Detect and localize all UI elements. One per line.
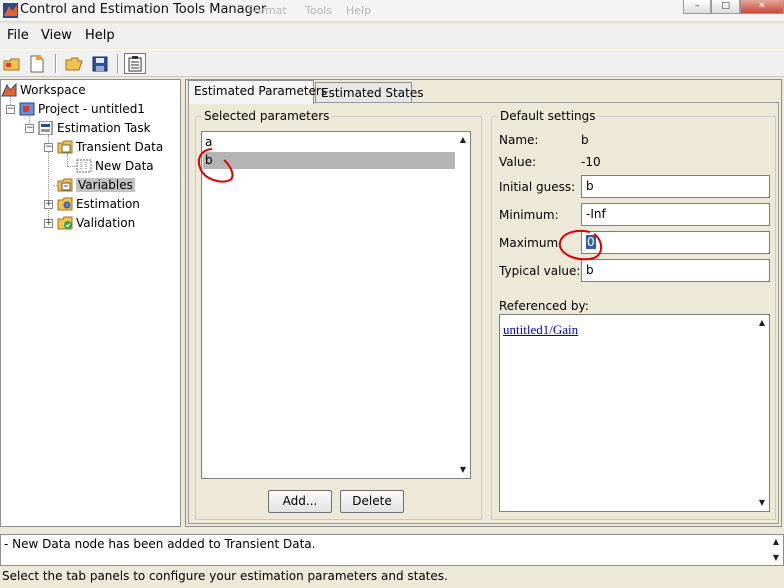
tab-content: Selected parameters a b ▲ ▼ Add... Delet… bbox=[188, 102, 779, 524]
toolbar-separator bbox=[55, 54, 57, 73]
project-icon bbox=[19, 102, 35, 116]
message-log: - New Data node has been added to Transi… bbox=[0, 534, 784, 566]
save-button[interactable] bbox=[89, 53, 111, 74]
menu-help[interactable]: Help bbox=[85, 28, 115, 43]
tree-expand-icon[interactable]: + bbox=[44, 200, 53, 209]
name-label: Name: bbox=[499, 133, 539, 147]
scroll-up-icon[interactable]: ▲ bbox=[456, 133, 470, 147]
initial-guess-field[interactable]: b bbox=[581, 175, 770, 198]
new-task-button[interactable] bbox=[26, 53, 48, 74]
log-scrollbar[interactable]: ▲ ▼ bbox=[769, 535, 783, 565]
estimation-icon bbox=[57, 197, 73, 211]
referenced-scrollbar[interactable]: ▲ ▼ bbox=[755, 315, 769, 511]
window-controls: – □ ✕ bbox=[683, 0, 784, 14]
initial-guess-label: Initial guess: bbox=[499, 180, 576, 194]
tree-item-variables[interactable]: Variables bbox=[57, 176, 135, 194]
scroll-down-icon[interactable]: ▼ bbox=[755, 496, 769, 510]
ghost-menu-format: Format bbox=[248, 4, 287, 17]
typical-value-field[interactable]: b bbox=[581, 259, 770, 282]
maximize-icon[interactable]: □ bbox=[711, 0, 740, 14]
tab-estimated-states[interactable]: Estimated States bbox=[315, 82, 423, 104]
referenced-by-label: Referenced by: bbox=[499, 299, 589, 313]
menu-file[interactable]: File bbox=[7, 28, 29, 43]
validation-icon bbox=[57, 216, 73, 230]
tree-item-estimation-task[interactable]: Estimation Task bbox=[38, 119, 151, 137]
tree-item-new-data[interactable]: New Data bbox=[76, 157, 154, 175]
tree-item-validation[interactable]: Validation bbox=[57, 214, 135, 232]
tree-collapse-icon[interactable]: − bbox=[25, 124, 34, 133]
list-item[interactable]: b bbox=[203, 152, 455, 169]
close-icon[interactable]: ✕ bbox=[739, 0, 784, 14]
minimum-label: Minimum: bbox=[499, 208, 559, 222]
main-panel: Estimated Parameters Estimated States Se… bbox=[185, 79, 782, 527]
value-value: -10 bbox=[581, 155, 601, 169]
toolbar bbox=[0, 49, 784, 77]
new-project-button[interactable] bbox=[1, 53, 23, 74]
tree-item-estimation[interactable]: Estimation bbox=[57, 195, 140, 213]
list-item[interactable]: a bbox=[203, 134, 455, 151]
status-bar: Select the tab panels to configure your … bbox=[0, 566, 784, 588]
value-label: Value: bbox=[499, 155, 536, 169]
toolbar-separator bbox=[117, 54, 119, 73]
menu-bar: File View Help bbox=[0, 24, 784, 48]
scroll-down-icon[interactable]: ▼ bbox=[456, 463, 470, 477]
menu-view[interactable]: View bbox=[41, 28, 72, 43]
tree-item-workspace[interactable]: Workspace bbox=[1, 81, 86, 99]
tab-estimated-parameters[interactable]: Estimated Parameters bbox=[188, 80, 327, 104]
log-message: - New Data node has been added to Transi… bbox=[4, 537, 316, 551]
new-project-icon bbox=[3, 58, 20, 70]
maximum-field[interactable]: 0 bbox=[581, 231, 770, 254]
ghost-menu-tools: Tools bbox=[305, 4, 333, 17]
minimum-field[interactable]: -Inf bbox=[581, 203, 770, 226]
delete-button[interactable]: Delete bbox=[340, 490, 404, 513]
typical-value-label: Typical value: bbox=[499, 264, 581, 278]
ghost-menu-help: Help bbox=[346, 4, 372, 17]
clipboard-icon bbox=[128, 55, 142, 71]
parameters-list[interactable]: a b ▲ ▼ bbox=[201, 131, 471, 479]
window-title: Control and Estimation Tools Manager bbox=[20, 2, 267, 17]
maximum-value-selected: 0 bbox=[586, 235, 596, 249]
tree-expand-icon[interactable]: + bbox=[44, 219, 53, 228]
task-icon bbox=[38, 121, 53, 135]
project-tree: Workspace − Project - untitled1 − Estima… bbox=[0, 79, 181, 527]
scroll-down-icon[interactable]: ▼ bbox=[769, 551, 783, 565]
default-settings-title: Default settings bbox=[500, 109, 596, 123]
data-icon bbox=[76, 159, 92, 173]
name-value: b bbox=[581, 133, 589, 147]
new-task-icon bbox=[30, 54, 44, 72]
save-icon bbox=[92, 56, 108, 71]
data-folder-icon bbox=[57, 140, 73, 154]
workspace-icon bbox=[1, 83, 17, 97]
maximum-label: Maximum: bbox=[499, 236, 563, 250]
open-icon bbox=[65, 57, 83, 70]
open-button[interactable] bbox=[63, 53, 85, 74]
title-bar: Control and Estimation Tools Manager For… bbox=[0, 0, 784, 22]
status-message: Select the tab panels to configure your … bbox=[2, 569, 448, 583]
referenced-by-box: untitled1/Gain ▲ ▼ bbox=[499, 314, 770, 512]
variables-icon bbox=[57, 178, 73, 192]
clipboard-button[interactable] bbox=[124, 53, 146, 74]
list-scrollbar[interactable]: ▲ ▼ bbox=[456, 132, 470, 478]
minimize-icon[interactable]: – bbox=[683, 0, 712, 14]
tree-item-transient-data[interactable]: Transient Data bbox=[57, 138, 163, 156]
referenced-by-link[interactable]: untitled1/Gain bbox=[503, 322, 578, 338]
tree-collapse-icon[interactable]: − bbox=[44, 143, 53, 152]
add-button[interactable]: Add... bbox=[268, 490, 332, 513]
selected-parameters-title: Selected parameters bbox=[204, 109, 330, 123]
tree-item-project[interactable]: Project - untitled1 bbox=[19, 100, 145, 118]
tree-collapse-icon[interactable]: − bbox=[6, 105, 15, 114]
scroll-up-icon[interactable]: ▲ bbox=[769, 535, 783, 549]
scroll-up-icon[interactable]: ▲ bbox=[755, 316, 769, 330]
matlab-icon bbox=[3, 3, 18, 18]
